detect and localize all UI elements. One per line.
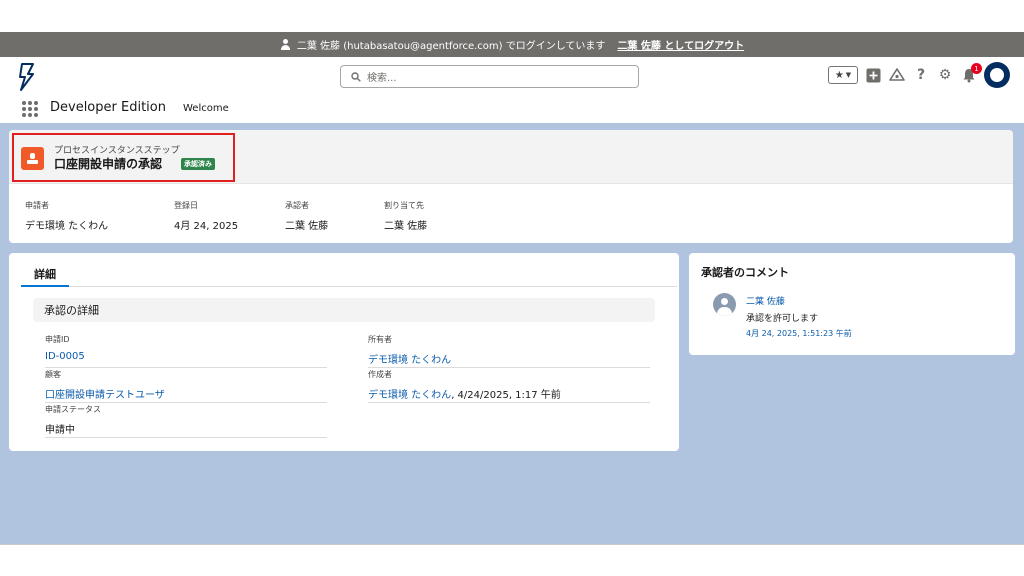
field-value: 申請中 — [45, 425, 75, 436]
star-icon: ★ — [834, 69, 844, 81]
trailhead-button[interactable] — [888, 66, 906, 84]
plus-box-icon — [866, 68, 880, 82]
login-as-message: 二葉 佐藤 (hutabasatou@agentforce.com) でログイン… — [296, 41, 606, 52]
login-as-banner: 二葉 佐藤 (hutabasatou@agentforce.com) でログイン… — [0, 32, 1024, 57]
help-button[interactable]: ? — [912, 66, 930, 84]
process-step-record-icon — [21, 147, 44, 170]
search-placeholder: 検索... — [367, 73, 397, 84]
record-title: 口座開設申請の承認 — [54, 157, 163, 171]
app-name: Developer Edition — [50, 100, 166, 115]
highlight-field-created-date: 登録日 4月 24, 2025 — [174, 200, 238, 232]
field-request-status: 申請ステータス 申請中 — [45, 404, 327, 438]
created-by-timestamp: , 4/24/2025, 1:17 午前 — [451, 390, 561, 401]
notification-count-badge: 1 — [971, 63, 982, 74]
active-tab-indicator — [21, 285, 69, 287]
highlight-field-assigned-to: 割り当て先 二葉 佐藤 — [384, 200, 427, 232]
field-value: 4月 24, 2025 — [174, 221, 239, 232]
status-badge: 承認済み — [181, 158, 215, 170]
notifications-button[interactable]: 1 — [960, 63, 982, 84]
gear-icon: ⚙ — [938, 67, 952, 83]
field-label: 作成者 — [368, 370, 392, 379]
created-by-link[interactable]: デモ環境 たくわん — [368, 390, 451, 401]
field-value: 二葉 佐藤 — [384, 221, 428, 232]
setup-button[interactable]: ⚙ — [936, 66, 954, 84]
field-value: 二葉 佐藤 — [285, 221, 329, 232]
help-icon: ? — [916, 67, 926, 83]
highlight-field-requester: 申請者 デモ環境 たくわん — [25, 200, 108, 232]
owner-link[interactable]: デモ環境 たくわん — [368, 355, 451, 366]
comment-text: 承認を許可します — [746, 314, 819, 324]
field-label: 顧客 — [45, 370, 61, 379]
tab-details[interactable]: 詳細 — [21, 261, 69, 287]
section-header-approval-details[interactable]: 承認の詳細 — [33, 298, 655, 322]
comments-title: 承認者のコメント — [701, 266, 789, 279]
field-label: 割り当て先 — [384, 201, 424, 210]
comment-author-link[interactable]: 二葉 佐藤 — [746, 294, 785, 307]
chevron-down-icon: ▼ — [845, 71, 852, 79]
field-label: 申請ID — [45, 335, 70, 344]
trailhead-icon — [889, 68, 905, 81]
details-card: 詳細 承認の詳細 申請ID ID-0005 所有者 デモ環境 たくわん 顧客 口… — [9, 253, 679, 451]
bottom-band — [0, 544, 1024, 576]
user-icon — [280, 39, 291, 50]
app-launcher-icon[interactable] — [22, 101, 38, 117]
favorites-button[interactable]: ★ ▼ — [828, 66, 858, 84]
user-avatar[interactable] — [984, 62, 1010, 88]
commenter-avatar — [713, 293, 736, 316]
global-search-input[interactable]: 検索... — [340, 65, 639, 88]
section-title: 承認の詳細 — [44, 304, 99, 317]
field-label: 申請者 — [25, 201, 49, 210]
highlight-field-approver: 承認者 二葉 佐藤 — [285, 200, 328, 232]
field-request-id: 申請ID ID-0005 — [45, 334, 327, 368]
approver-comments-card: 承認者のコメント 二葉 佐藤 承認を許可します 4月 24, 2025, 1:5… — [689, 253, 1015, 355]
lightning-logo-icon[interactable] — [18, 63, 36, 91]
header-actions: ★ ▼ ? ⚙ 1 — [828, 62, 1010, 88]
field-value: デモ環境 たくわん — [25, 221, 109, 232]
customer-link[interactable]: 口座開設申請テストユーザ — [45, 390, 165, 401]
field-label: 所有者 — [368, 335, 392, 344]
logout-as-link[interactable]: 二葉 佐藤 としてログアウト — [617, 37, 744, 52]
global-actions-button[interactable] — [864, 66, 882, 84]
stamp-icon — [27, 152, 38, 165]
field-customer: 顧客 口座開設申請テストユーザ — [45, 369, 327, 403]
record-highlights-panel: プロセスインスタンスステップ 口座開設申請の承認 承認済み 申請者 デモ環境 た… — [9, 130, 1013, 243]
app-navigation: Developer Edition Welcome — [0, 97, 1024, 123]
field-created-by: 作成者 デモ環境 たくわん, 4/24/2025, 1:17 午前 — [368, 369, 650, 403]
comment-date-link[interactable]: 4月 24, 2025, 1:51:23 午前 — [746, 328, 852, 339]
record-header: プロセスインスタンスステップ 口座開設申請の承認 承認済み — [9, 130, 1013, 184]
request-id-link[interactable]: ID-0005 — [45, 351, 85, 362]
field-label: 承認者 — [285, 201, 309, 210]
search-icon — [351, 71, 361, 82]
field-label: 申請ステータス — [45, 405, 101, 414]
nav-item-welcome[interactable]: Welcome — [183, 103, 229, 114]
global-header: 検索... ★ ▼ ? ⚙ 1 — [0, 57, 1024, 97]
field-owner: 所有者 デモ環境 たくわん — [368, 334, 650, 368]
field-label: 登録日 — [174, 201, 198, 210]
tab-divider — [21, 286, 677, 287]
